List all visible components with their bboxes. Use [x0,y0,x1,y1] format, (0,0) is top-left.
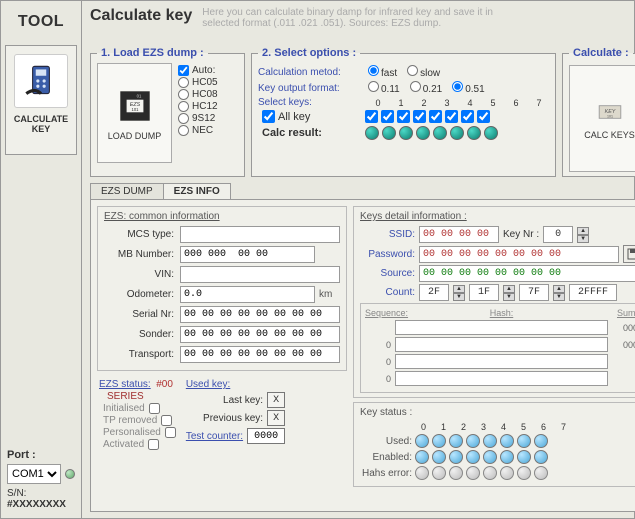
svg-text:01: 01 [136,94,141,99]
tool-title: TOOL [5,13,77,31]
keynr-value: 0 [543,226,573,243]
fmt-011-radio[interactable]: 0.11 [364,81,400,95]
source-input[interactable] [419,265,635,282]
cpu-nec-radio[interactable]: NEC [178,125,218,136]
tool-label: CALCULATE KEY [10,114,72,134]
key-0-checkbox[interactable] [365,110,378,123]
output-format-label: Key output format: [258,83,358,94]
panel-select-options: 2. Select options : Calculation metod: f… [251,47,556,177]
key-icon: KEY 101 [592,98,628,126]
auto-checkbox[interactable]: Auto: [178,65,218,76]
tp-removed-checkbox[interactable] [161,415,172,426]
count1: 2F [419,284,449,301]
load-dump-button[interactable]: EZS 101 01 LOAD DUMP [97,63,172,163]
ssid-input[interactable] [419,226,499,243]
key-7-checkbox[interactable] [477,110,490,123]
panel-load-ezs: 1. Load EZS dump : EZS 101 01 LOAD DUMP … [90,47,245,177]
calc-method-label: Calculation metod: [258,67,358,78]
tool-calculate-key[interactable]: CALCULATE KEY [5,45,77,155]
panel-select-legend: 2. Select options : [258,47,360,59]
enabled-led [415,450,429,464]
last-key-value: X [267,392,285,408]
test-counter-value[interactable] [247,428,285,444]
calc-keys-button[interactable]: KEY 101 CALC KEYS [569,65,635,172]
group-common-info: EZS: common information MCS type: MB Num… [97,206,347,371]
keynr-down[interactable]: ▼ [577,235,589,243]
panel-load-legend: 1. Load EZS dump : [97,47,208,59]
used-key-label: Used key: [186,379,285,390]
tab-ezs-info[interactable]: EZS INFO [163,183,231,199]
mcs-type-input[interactable] [180,226,340,243]
personalised-checkbox[interactable] [165,427,176,438]
group-keys-detail: Keys detail information : SSID: Key Nr :… [353,206,635,398]
ezs-chip-icon: EZS 101 01 [114,85,156,127]
calc-result-label: Calc result: [262,127,362,139]
activated-checkbox[interactable] [148,439,159,450]
test-counter-label[interactable]: Test counter: [186,431,243,442]
key-device-icon [14,54,68,108]
cpu-hc05-radio[interactable]: HC05 [178,77,218,88]
ezs-series: SERIES [107,391,144,402]
cpu-hc12-radio[interactable]: HC12 [178,101,218,112]
cpu-hc08-radio[interactable]: HC08 [178,89,218,100]
ezs-status-label: EZS status: [99,379,151,390]
save-icon [627,248,635,260]
count4: 2FFFF [569,284,617,301]
all-key-checkbox[interactable]: All key [262,110,362,123]
hash-error-led [415,466,429,480]
hash-3[interactable] [395,371,608,386]
port-select[interactable]: COM1 [7,464,61,484]
initialised-checkbox[interactable] [149,403,160,414]
key-5-checkbox[interactable] [445,110,458,123]
panel-calc-legend: Calculate : [569,47,633,59]
transport-input[interactable] [180,346,340,363]
port-label: Port : [7,449,75,461]
key-3-checkbox[interactable] [413,110,426,123]
svg-text:101: 101 [607,114,613,118]
vin-input[interactable] [180,266,340,283]
method-slow-radio[interactable]: slow [403,65,440,79]
mb-number-input[interactable] [180,246,315,263]
result-led-1 [382,126,396,140]
page-title: Calculate key [90,7,192,25]
svg-text:101: 101 [131,107,139,112]
page-hint: Here you can calculate binary damp for i… [202,7,502,29]
result-led-2 [399,126,413,140]
result-led-5 [450,126,464,140]
prev-key-value: X [267,410,285,426]
count2: 1F [469,284,499,301]
used-led [415,434,429,448]
save-password-button[interactable] [623,245,635,263]
select-keys-label: Select keys: [258,97,358,108]
port-status-led [65,469,75,479]
key-4-checkbox[interactable] [429,110,442,123]
result-led-7 [484,126,498,140]
group-key-status: Key status : 01234567 Used: Enabled: Hah… [353,402,635,487]
sn-value: #XXXXXXXX [7,499,66,510]
hash-1[interactable] [395,337,608,352]
result-led-4 [433,126,447,140]
result-led-0 [365,126,379,140]
sonder-input[interactable] [180,326,340,343]
panel-calculate: Calculate : KEY 101 CALC KEYS [562,47,635,177]
serial-input[interactable] [180,306,340,323]
key-6-checkbox[interactable] [461,110,474,123]
key-1-checkbox[interactable] [381,110,394,123]
fmt-051-radio[interactable]: 0.51 [448,81,484,95]
hash-0[interactable] [395,320,608,335]
result-led-6 [467,126,481,140]
key-2-checkbox[interactable] [397,110,410,123]
sn-label: S/N: [7,488,26,499]
method-fast-radio[interactable]: fast [364,65,397,79]
hash-2[interactable] [395,354,608,369]
fmt-021-radio[interactable]: 0.21 [406,81,442,95]
cpu-9s12-radio[interactable]: 9S12 [178,113,218,124]
ezs-status-value: #00 [156,379,173,390]
password-input[interactable] [419,246,619,263]
result-led-3 [416,126,430,140]
keynr-up[interactable]: ▲ [577,227,589,235]
odometer-input[interactable] [180,286,315,303]
tab-ezs-dump[interactable]: EZS DUMP [90,183,164,199]
count3: 7F [519,284,549,301]
